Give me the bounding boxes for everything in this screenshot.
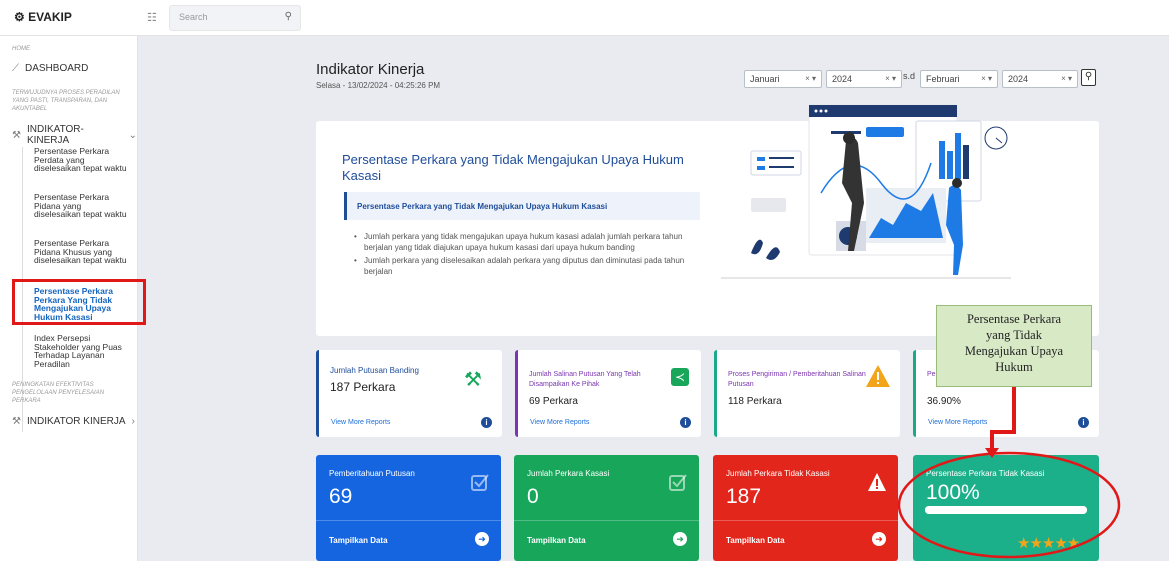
annotation-ellipse bbox=[897, 451, 1121, 559]
annotation-overlay bbox=[897, 387, 1121, 559]
annotation-arrow bbox=[990, 387, 1016, 452]
